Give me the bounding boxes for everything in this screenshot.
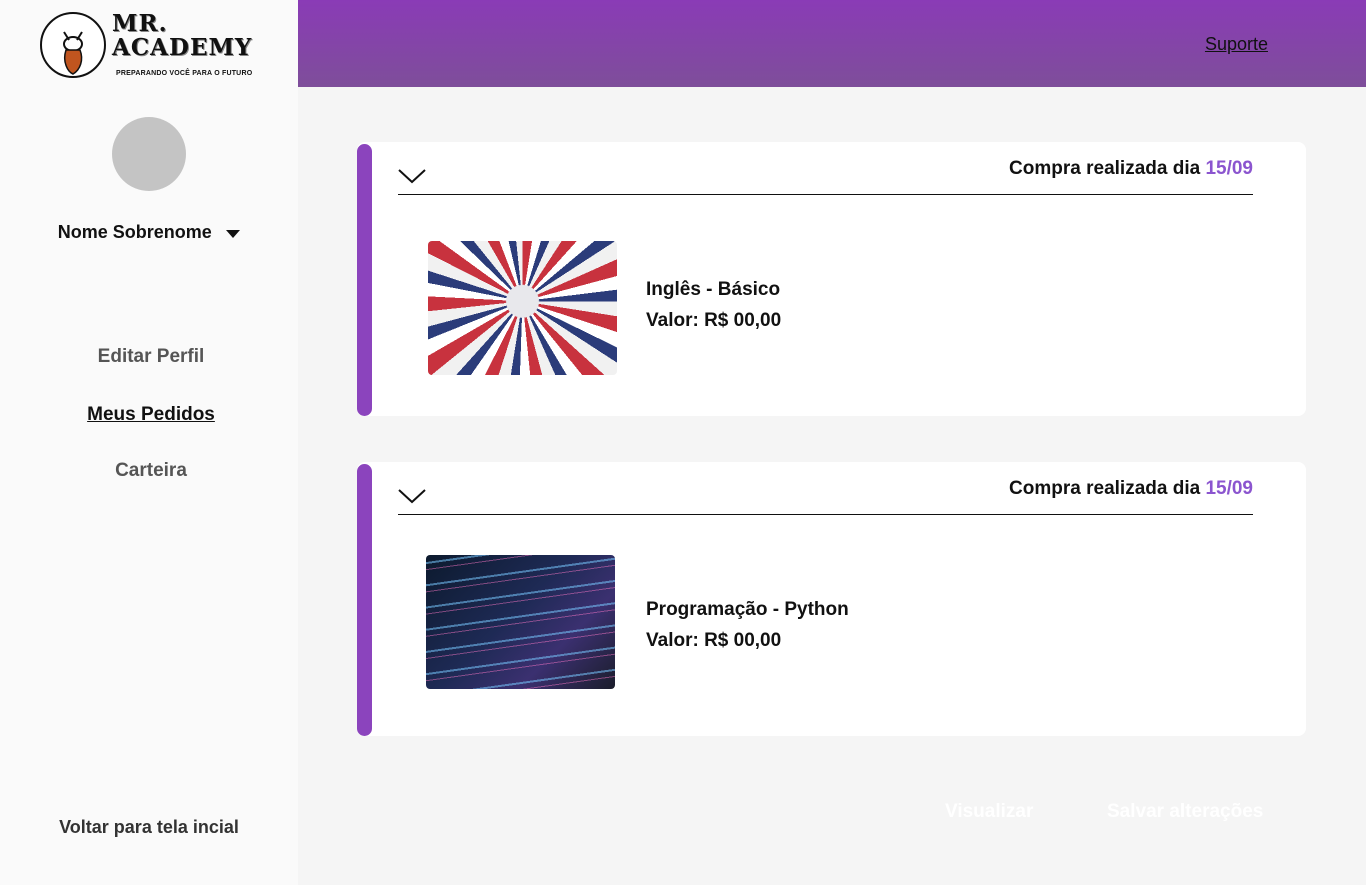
brand-title: MR. ACADEMY [112,10,253,61]
purchase-date-label: Compra realizada dia [1009,158,1201,179]
brand-tagline: PREPARANDO VOCÊ PARA O FUTURO [116,70,253,77]
order-card: Compra realizada dia 15/09 Programação -… [357,462,1306,736]
back-to-home-link[interactable]: Voltar para tela incial [0,817,298,838]
course-title: Programação - Python [646,599,849,620]
view-button[interactable]: Visualizar [945,801,1033,823]
chevron-down-icon[interactable] [398,168,426,184]
avatar[interactable] [112,117,186,191]
top-header: Suporte [298,0,1366,87]
sidebar-item-wallet[interactable]: Carteira [0,460,302,482]
owl-icon [40,12,106,78]
order-header: Compra realizada dia 15/09 [398,474,1253,515]
order-header: Compra realizada dia 15/09 [398,154,1253,195]
support-link[interactable]: Suporte [1205,34,1268,55]
accent-bar [357,144,372,416]
course-thumbnail[interactable] [428,241,617,375]
course-thumbnail[interactable] [426,555,615,689]
course-title: Inglês - Básico [646,279,781,300]
chevron-down-icon[interactable] [398,488,426,504]
purchase-date-value: 15/09 [1205,478,1253,499]
user-menu[interactable]: Nome Sobrenome [0,222,298,243]
purchase-date-value: 15/09 [1205,158,1253,179]
sidebar-item-my-orders[interactable]: Meus Pedidos [0,404,302,426]
order-card: Compra realizada dia 15/09 Inglês - Bási… [357,142,1306,416]
purchase-date-label: Compra realizada dia [1009,478,1201,499]
purchase-date: Compra realizada dia 15/09 [1009,158,1253,180]
user-name: Nome Sobrenome [57,222,212,242]
course-price: Valor: R$ 00,00 [646,630,782,651]
brand-logo[interactable]: MR. ACADEMY PREPARANDO VOCÊ PARA O FUTUR… [40,12,270,80]
sidebar: MR. ACADEMY PREPARANDO VOCÊ PARA O FUTUR… [0,0,298,885]
caret-down-icon[interactable] [226,229,241,238]
save-changes-button[interactable]: Salvar alterações [1107,801,1263,823]
purchase-date: Compra realizada dia 15/09 [1009,478,1253,500]
course-price: Valor: R$ 00,00 [646,310,782,331]
sidebar-item-edit-profile[interactable]: Editar Perfil [0,346,302,368]
accent-bar [357,464,372,736]
